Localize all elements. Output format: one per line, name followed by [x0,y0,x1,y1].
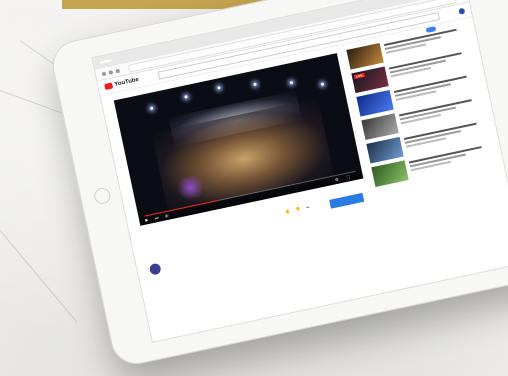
stage-light [184,95,188,99]
volume-icon[interactable]: 🔈 [164,212,170,218]
dislike-button[interactable]: 👎 [295,206,301,212]
like-button[interactable]: 👍 [284,208,290,214]
subscribe-button[interactable] [329,192,365,209]
recommendation-thumbnail [356,89,394,117]
reload-icon[interactable] [115,68,121,73]
back-icon[interactable] [101,71,107,76]
youtube-logo-text: YouTube [113,76,140,88]
fullscreen-icon[interactable]: ⛶ [346,174,350,179]
channel-row [148,262,167,276]
recommendation-thumbnail [361,113,399,141]
youtube-play-icon [104,82,114,91]
settings-icon[interactable]: ⚙ [335,177,340,183]
browser-tab[interactable] [99,59,112,64]
live-badge: LIVE [353,72,365,79]
forward-icon[interactable] [108,69,114,75]
stage-light [289,80,294,85]
recommendations-sidebar: LIVE [346,22,494,191]
next-icon[interactable]: ⏭ [155,215,160,221]
channel-avatar[interactable] [148,262,162,276]
recommendation-thumbnail [346,42,384,70]
tablet-screen: YouTube ▶ ⏭ 🔈 ⚙ ⛶ 👍 👎 ➦ LIVE [91,0,508,343]
youtube-logo[interactable]: YouTube [104,76,140,91]
share-button[interactable]: ➦ [306,204,310,210]
video-actions: 👍 👎 ➦ [284,204,310,214]
recommendation-thumbnail: LIVE [351,66,389,94]
stage-light [217,86,221,90]
recommendation-thumbnail [371,160,409,187]
top-left-strip [0,0,62,9]
home-button[interactable] [92,186,112,206]
recommendation-thumbnail [366,136,404,164]
user-avatar[interactable] [458,7,466,15]
stage-light [253,82,257,87]
stage-light [149,106,154,111]
stage-light [320,82,325,87]
marble-vein [0,230,78,323]
